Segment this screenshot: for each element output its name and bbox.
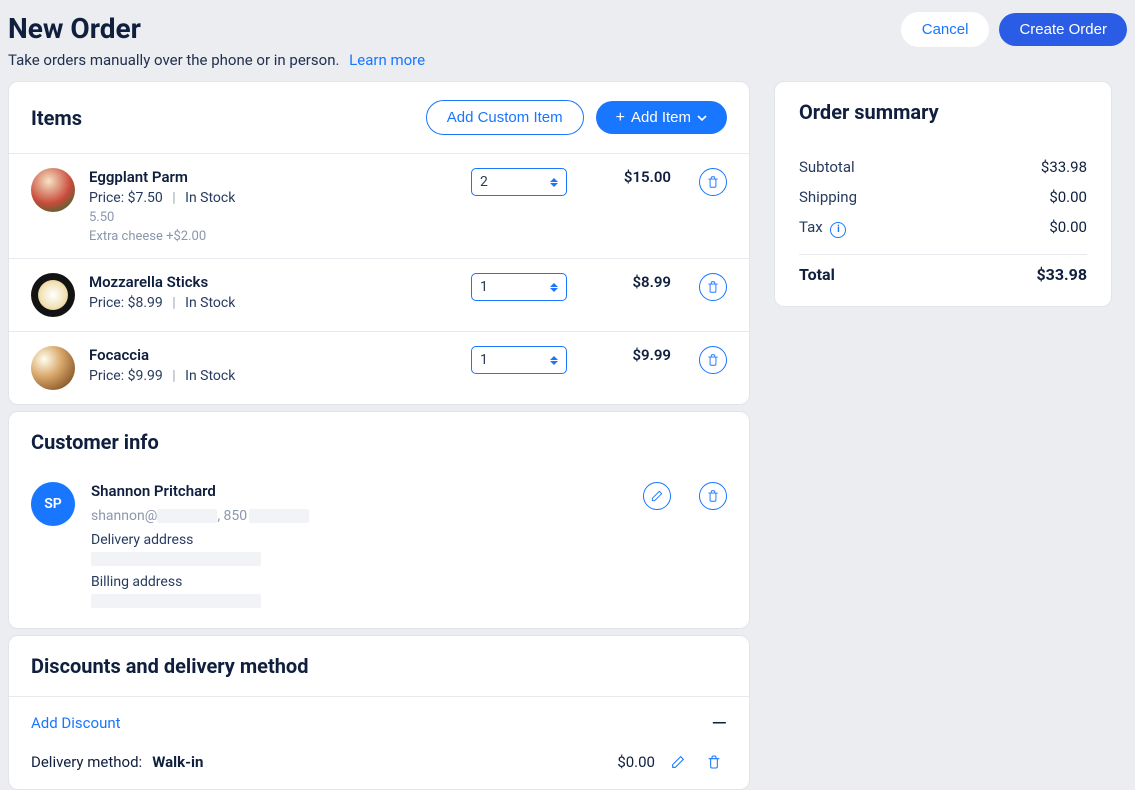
add-discount-link[interactable]: Add Discount [31, 714, 121, 732]
item-price-stock: Price: $9.99 | In Stock [89, 368, 457, 384]
pencil-icon [670, 754, 686, 770]
customer-name: Shannon Pritchard [91, 482, 613, 500]
item-note: Extra cheese +$2.00 [89, 229, 457, 244]
delete-item-button[interactable] [699, 273, 727, 301]
customer-email-prefix: shannon@ [91, 508, 157, 524]
delete-item-button[interactable] [699, 346, 727, 374]
customer-title: Customer info [31, 430, 159, 454]
shipping-value: $0.00 [1049, 188, 1087, 206]
add-item-button[interactable]: + Add Item [596, 101, 727, 134]
delete-delivery-button[interactable] [701, 749, 727, 775]
chevron-down-icon [697, 113, 707, 123]
delivery-address-label: Delivery address [91, 532, 613, 548]
item-stock-label: In Stock [185, 368, 235, 384]
create-order-button[interactable]: Create Order [999, 13, 1127, 46]
item-name: Focaccia [89, 346, 457, 364]
tax-value: $0.00 [1049, 218, 1087, 238]
add-custom-item-button[interactable]: Add Custom Item [426, 100, 584, 135]
info-icon[interactable]: i [830, 222, 846, 238]
quantity-value: 2 [480, 174, 488, 190]
add-item-label: Add Item [631, 109, 691, 126]
order-summary-card: Order summary Subtotal $33.98 Shipping $… [774, 81, 1112, 307]
item-line-total: $9.99 [581, 346, 671, 364]
item-thumbnail [31, 168, 75, 212]
edit-delivery-button[interactable] [665, 749, 691, 775]
customer-avatar: SP [31, 482, 75, 526]
redacted-text [157, 509, 217, 523]
item-price-label: Price: $9.99 [89, 368, 163, 384]
pencil-icon [650, 489, 664, 503]
edit-customer-button[interactable] [643, 482, 671, 510]
items-title: Items [31, 106, 82, 130]
item-thumbnail [31, 346, 75, 390]
billing-address-label: Billing address [91, 574, 613, 590]
page-title: New Order [8, 12, 425, 45]
redacted-text [249, 509, 309, 523]
page-subtitle: Take orders manually over the phone or i… [8, 51, 425, 69]
total-label: Total [799, 265, 835, 284]
delivery-price: $0.00 [617, 753, 655, 771]
item-line-total: $8.99 [581, 273, 671, 291]
item-line-total: $15.00 [581, 168, 671, 186]
item-thumbnail [31, 273, 75, 317]
item-price-label: Price: $7.50 [89, 190, 163, 206]
stepper-up-icon[interactable] [550, 178, 558, 182]
discounts-title: Discounts and delivery method [31, 654, 308, 678]
item-price-label: Price: $8.99 [89, 295, 163, 311]
stepper-down-icon[interactable] [550, 361, 558, 365]
item-note: 5.50 [89, 210, 457, 225]
delete-item-button[interactable] [699, 168, 727, 196]
customer-contact: shannon@ , 850 [91, 508, 613, 524]
stepper-down-icon[interactable] [550, 183, 558, 187]
subtotal-value: $33.98 [1041, 158, 1087, 176]
delivery-method-label: Delivery method: [31, 753, 142, 771]
item-row: Focaccia Price: $9.99 | In Stock 1 [9, 331, 749, 404]
summary-title: Order summary [799, 100, 1087, 124]
tax-label: Tax [799, 218, 823, 236]
remove-customer-button[interactable] [699, 482, 727, 510]
item-row: Mozzarella Sticks Price: $8.99 | In Stoc… [9, 258, 749, 331]
item-price-stock: Price: $7.50 | In Stock [89, 190, 457, 206]
item-name: Eggplant Parm [89, 168, 457, 186]
trash-icon [706, 754, 722, 770]
tax-label-wrap: Tax i [799, 218, 846, 238]
trash-icon [706, 175, 720, 189]
stepper-up-icon[interactable] [550, 356, 558, 360]
cancel-button[interactable]: Cancel [901, 12, 990, 47]
subtitle-text: Take orders manually over the phone or i… [8, 51, 339, 69]
trash-icon [706, 280, 720, 294]
redacted-text [91, 594, 261, 608]
customer-phone-prefix: , 850 [217, 508, 247, 524]
items-card: Items Add Custom Item + Add Item Eg [8, 81, 750, 405]
quantity-value: 1 [480, 352, 488, 368]
quantity-stepper[interactable]: 2 [471, 168, 567, 196]
learn-more-link[interactable]: Learn more [349, 51, 425, 69]
redacted-text [91, 552, 261, 566]
total-value: $33.98 [1036, 265, 1087, 284]
item-stock-label: In Stock [185, 190, 235, 206]
delivery-method-value: Walk-in [152, 753, 203, 771]
shipping-label: Shipping [799, 188, 857, 206]
subtotal-label: Subtotal [799, 158, 855, 176]
stepper-up-icon[interactable] [550, 283, 558, 287]
stepper-down-icon[interactable] [550, 288, 558, 292]
trash-icon [706, 489, 720, 503]
trash-icon [706, 353, 720, 367]
plus-icon: + [616, 110, 625, 126]
quantity-value: 1 [480, 279, 488, 295]
item-name: Mozzarella Sticks [89, 273, 457, 291]
quantity-stepper[interactable]: 1 [471, 346, 567, 374]
quantity-stepper[interactable]: 1 [471, 273, 567, 301]
customer-card: Customer info SP Shannon Pritchard shann… [8, 411, 750, 629]
item-row: Eggplant Parm Price: $7.50 | In Stock 5.… [9, 153, 749, 258]
item-price-stock: Price: $8.99 | In Stock [89, 295, 457, 311]
discount-placeholder: — [711, 711, 727, 735]
item-stock-label: In Stock [185, 295, 235, 311]
